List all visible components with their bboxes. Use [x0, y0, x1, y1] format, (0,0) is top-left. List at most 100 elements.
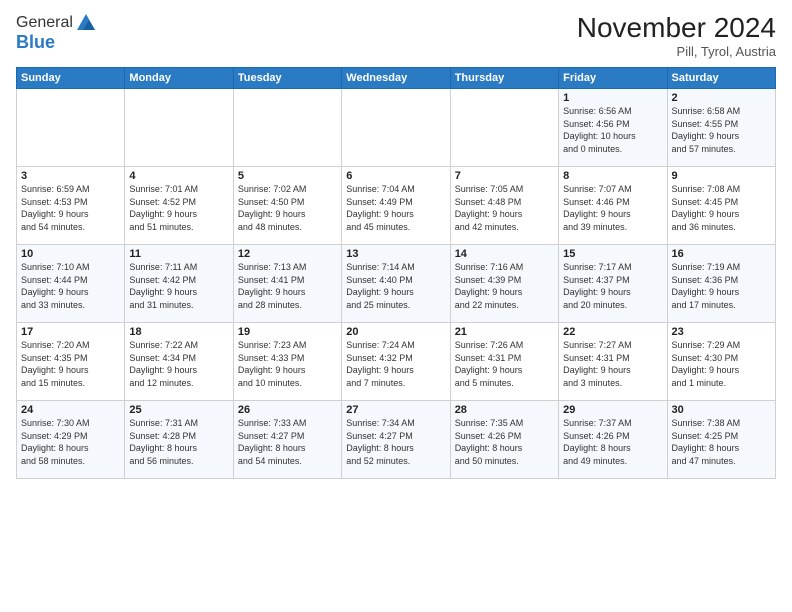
day-detail: Sunrise: 7:14 AMSunset: 4:40 PMDaylight:…	[346, 261, 445, 311]
day-detail: Sunrise: 7:29 AMSunset: 4:30 PMDaylight:…	[672, 339, 771, 389]
day-detail: Sunrise: 7:31 AMSunset: 4:28 PMDaylight:…	[129, 417, 228, 467]
day-number: 25	[129, 404, 228, 416]
week-row-5: 24Sunrise: 7:30 AMSunset: 4:29 PMDayligh…	[17, 401, 776, 479]
day-cell: 6Sunrise: 7:04 AMSunset: 4:49 PMDaylight…	[342, 167, 450, 245]
day-cell: 7Sunrise: 7:05 AMSunset: 4:48 PMDaylight…	[450, 167, 558, 245]
day-cell: 1Sunrise: 6:56 AMSunset: 4:56 PMDaylight…	[559, 89, 667, 167]
day-detail: Sunrise: 7:37 AMSunset: 4:26 PMDaylight:…	[563, 417, 662, 467]
day-cell	[125, 89, 233, 167]
day-number: 30	[672, 404, 771, 416]
day-detail: Sunrise: 7:10 AMSunset: 4:44 PMDaylight:…	[21, 261, 120, 311]
day-cell: 17Sunrise: 7:20 AMSunset: 4:35 PMDayligh…	[17, 323, 125, 401]
day-cell: 11Sunrise: 7:11 AMSunset: 4:42 PMDayligh…	[125, 245, 233, 323]
week-row-3: 10Sunrise: 7:10 AMSunset: 4:44 PMDayligh…	[17, 245, 776, 323]
day-detail: Sunrise: 6:58 AMSunset: 4:55 PMDaylight:…	[672, 105, 771, 155]
day-cell: 23Sunrise: 7:29 AMSunset: 4:30 PMDayligh…	[667, 323, 775, 401]
day-cell: 2Sunrise: 6:58 AMSunset: 4:55 PMDaylight…	[667, 89, 775, 167]
day-number: 13	[346, 248, 445, 260]
day-detail: Sunrise: 7:02 AMSunset: 4:50 PMDaylight:…	[238, 183, 337, 233]
day-number: 23	[672, 326, 771, 338]
day-number: 1	[563, 92, 662, 104]
logo-icon	[75, 12, 97, 34]
day-detail: Sunrise: 7:26 AMSunset: 4:31 PMDaylight:…	[455, 339, 554, 389]
col-sunday: Sunday	[17, 68, 125, 89]
day-number: 4	[129, 170, 228, 182]
day-detail: Sunrise: 7:30 AMSunset: 4:29 PMDaylight:…	[21, 417, 120, 467]
day-cell: 3Sunrise: 6:59 AMSunset: 4:53 PMDaylight…	[17, 167, 125, 245]
day-detail: Sunrise: 7:13 AMSunset: 4:41 PMDaylight:…	[238, 261, 337, 311]
day-detail: Sunrise: 7:17 AMSunset: 4:37 PMDaylight:…	[563, 261, 662, 311]
day-detail: Sunrise: 7:07 AMSunset: 4:46 PMDaylight:…	[563, 183, 662, 233]
day-number: 15	[563, 248, 662, 260]
col-wednesday: Wednesday	[342, 68, 450, 89]
day-number: 28	[455, 404, 554, 416]
day-cell: 16Sunrise: 7:19 AMSunset: 4:36 PMDayligh…	[667, 245, 775, 323]
day-number: 26	[238, 404, 337, 416]
day-number: 24	[21, 404, 120, 416]
subtitle: Pill, Tyrol, Austria	[577, 44, 776, 59]
week-row-2: 3Sunrise: 6:59 AMSunset: 4:53 PMDaylight…	[17, 167, 776, 245]
day-detail: Sunrise: 7:27 AMSunset: 4:31 PMDaylight:…	[563, 339, 662, 389]
day-number: 11	[129, 248, 228, 260]
day-number: 17	[21, 326, 120, 338]
col-friday: Friday	[559, 68, 667, 89]
day-detail: Sunrise: 7:01 AMSunset: 4:52 PMDaylight:…	[129, 183, 228, 233]
day-cell: 27Sunrise: 7:34 AMSunset: 4:27 PMDayligh…	[342, 401, 450, 479]
day-cell: 9Sunrise: 7:08 AMSunset: 4:45 PMDaylight…	[667, 167, 775, 245]
day-number: 9	[672, 170, 771, 182]
day-cell: 26Sunrise: 7:33 AMSunset: 4:27 PMDayligh…	[233, 401, 341, 479]
col-monday: Monday	[125, 68, 233, 89]
day-detail: Sunrise: 7:11 AMSunset: 4:42 PMDaylight:…	[129, 261, 228, 311]
day-number: 8	[563, 170, 662, 182]
week-row-4: 17Sunrise: 7:20 AMSunset: 4:35 PMDayligh…	[17, 323, 776, 401]
day-cell: 5Sunrise: 7:02 AMSunset: 4:50 PMDaylight…	[233, 167, 341, 245]
header-row: Sunday Monday Tuesday Wednesday Thursday…	[17, 68, 776, 89]
day-cell	[342, 89, 450, 167]
day-number: 2	[672, 92, 771, 104]
day-detail: Sunrise: 7:08 AMSunset: 4:45 PMDaylight:…	[672, 183, 771, 233]
day-cell: 30Sunrise: 7:38 AMSunset: 4:25 PMDayligh…	[667, 401, 775, 479]
logo-blue-text: Blue	[16, 32, 97, 53]
header: General Blue November 2024 Pill, Tyrol, …	[16, 12, 776, 59]
col-saturday: Saturday	[667, 68, 775, 89]
day-cell: 4Sunrise: 7:01 AMSunset: 4:52 PMDaylight…	[125, 167, 233, 245]
day-number: 12	[238, 248, 337, 260]
page: General Blue November 2024 Pill, Tyrol, …	[0, 0, 792, 612]
day-number: 29	[563, 404, 662, 416]
day-cell	[17, 89, 125, 167]
day-number: 27	[346, 404, 445, 416]
day-cell: 13Sunrise: 7:14 AMSunset: 4:40 PMDayligh…	[342, 245, 450, 323]
day-detail: Sunrise: 6:59 AMSunset: 4:53 PMDaylight:…	[21, 183, 120, 233]
day-cell: 18Sunrise: 7:22 AMSunset: 4:34 PMDayligh…	[125, 323, 233, 401]
day-detail: Sunrise: 7:38 AMSunset: 4:25 PMDaylight:…	[672, 417, 771, 467]
logo: General Blue	[16, 12, 97, 53]
title-block: November 2024 Pill, Tyrol, Austria	[577, 12, 776, 59]
logo-general-text: General	[16, 14, 73, 32]
day-detail: Sunrise: 7:19 AMSunset: 4:36 PMDaylight:…	[672, 261, 771, 311]
calendar-table: Sunday Monday Tuesday Wednesday Thursday…	[16, 67, 776, 479]
day-cell: 20Sunrise: 7:24 AMSunset: 4:32 PMDayligh…	[342, 323, 450, 401]
day-cell: 25Sunrise: 7:31 AMSunset: 4:28 PMDayligh…	[125, 401, 233, 479]
day-cell: 22Sunrise: 7:27 AMSunset: 4:31 PMDayligh…	[559, 323, 667, 401]
week-row-1: 1Sunrise: 6:56 AMSunset: 4:56 PMDaylight…	[17, 89, 776, 167]
day-detail: Sunrise: 7:16 AMSunset: 4:39 PMDaylight:…	[455, 261, 554, 311]
day-number: 7	[455, 170, 554, 182]
day-cell: 29Sunrise: 7:37 AMSunset: 4:26 PMDayligh…	[559, 401, 667, 479]
day-number: 22	[563, 326, 662, 338]
day-number: 5	[238, 170, 337, 182]
day-cell: 10Sunrise: 7:10 AMSunset: 4:44 PMDayligh…	[17, 245, 125, 323]
day-detail: Sunrise: 7:22 AMSunset: 4:34 PMDaylight:…	[129, 339, 228, 389]
day-cell: 15Sunrise: 7:17 AMSunset: 4:37 PMDayligh…	[559, 245, 667, 323]
day-number: 21	[455, 326, 554, 338]
day-cell: 19Sunrise: 7:23 AMSunset: 4:33 PMDayligh…	[233, 323, 341, 401]
day-detail: Sunrise: 7:04 AMSunset: 4:49 PMDaylight:…	[346, 183, 445, 233]
day-detail: Sunrise: 7:23 AMSunset: 4:33 PMDaylight:…	[238, 339, 337, 389]
day-detail: Sunrise: 7:35 AMSunset: 4:26 PMDaylight:…	[455, 417, 554, 467]
day-number: 18	[129, 326, 228, 338]
day-number: 16	[672, 248, 771, 260]
day-detail: Sunrise: 7:33 AMSunset: 4:27 PMDaylight:…	[238, 417, 337, 467]
col-thursday: Thursday	[450, 68, 558, 89]
day-cell: 8Sunrise: 7:07 AMSunset: 4:46 PMDaylight…	[559, 167, 667, 245]
day-cell: 28Sunrise: 7:35 AMSunset: 4:26 PMDayligh…	[450, 401, 558, 479]
day-cell: 21Sunrise: 7:26 AMSunset: 4:31 PMDayligh…	[450, 323, 558, 401]
